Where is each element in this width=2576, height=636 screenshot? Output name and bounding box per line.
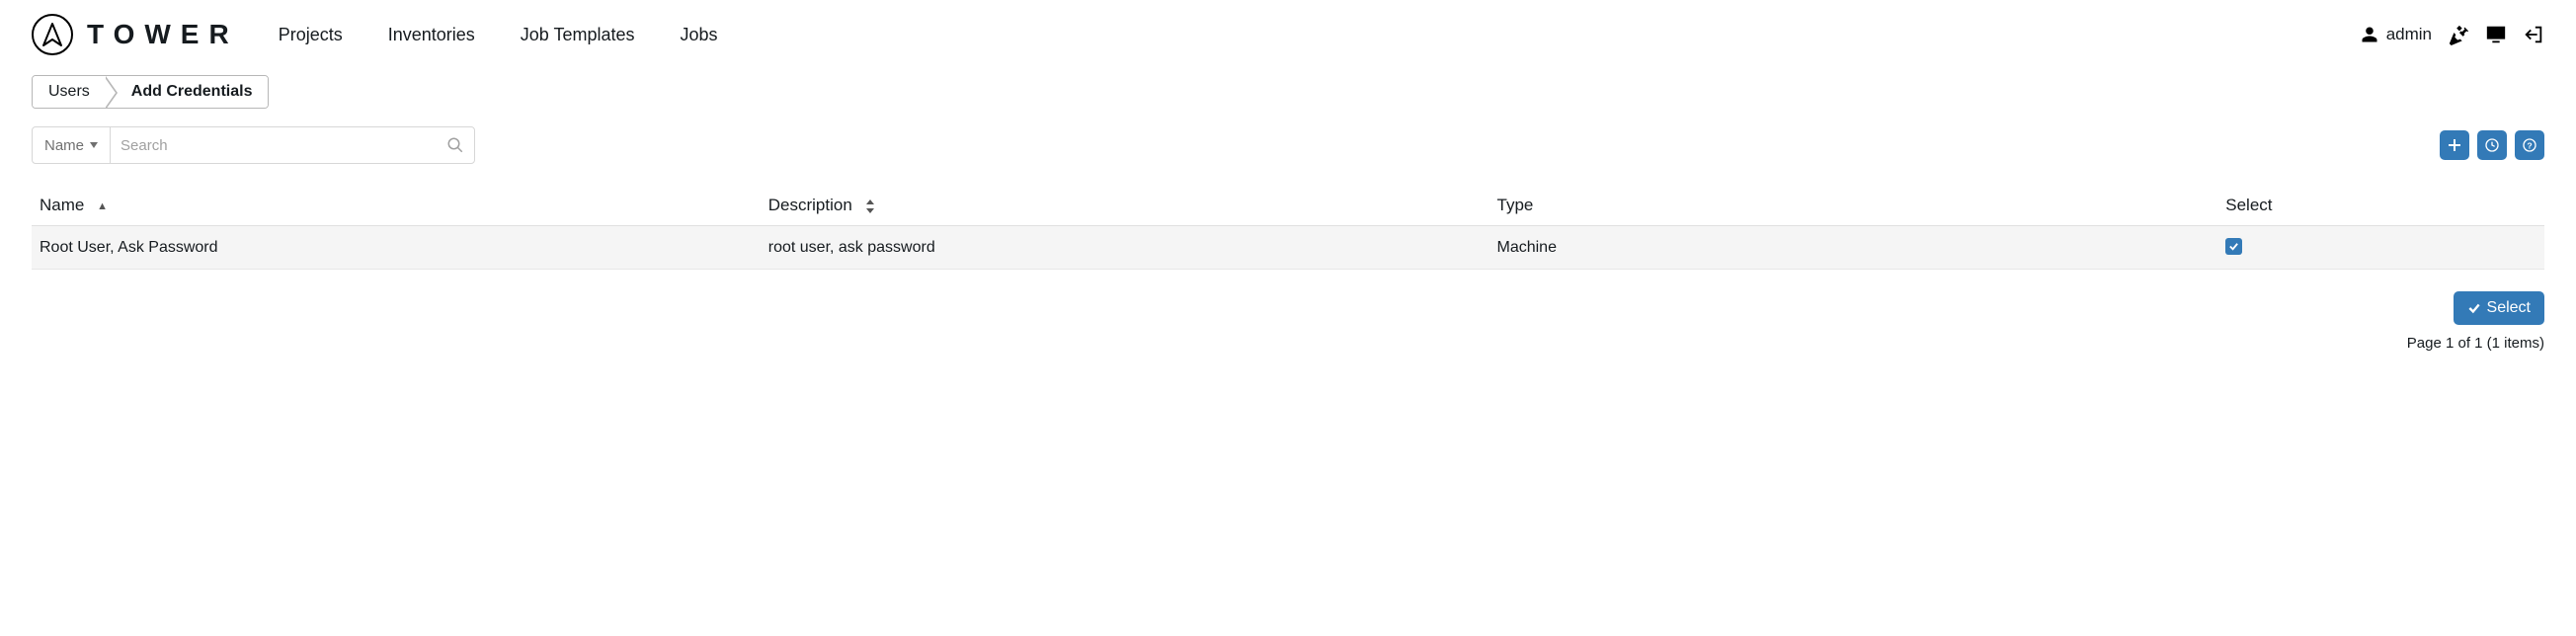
column-header-name[interactable]: Name ▲ xyxy=(32,186,761,226)
pagination-info: Page 1 of 1 (1 items) xyxy=(2407,335,2544,352)
footer: Select Page 1 of 1 (1 items) xyxy=(32,291,2544,352)
brand-logo-icon xyxy=(32,14,73,55)
clock-icon xyxy=(2484,137,2500,153)
brand-name: TOWER xyxy=(87,19,239,50)
cell-select xyxy=(2217,226,2544,270)
breadcrumb-row: Users Add Credentials xyxy=(32,75,2544,109)
search-input-wrap xyxy=(111,127,474,163)
activity-button[interactable] xyxy=(2477,130,2507,160)
nav-job-templates[interactable]: Job Templates xyxy=(521,25,635,45)
monitor-icon[interactable] xyxy=(2485,24,2507,45)
search-icon[interactable] xyxy=(446,136,464,154)
nav-projects[interactable]: Projects xyxy=(279,25,343,45)
search-filter-dropdown[interactable]: Name xyxy=(33,127,111,163)
content-area: Users Add Credentials Name xyxy=(0,75,2576,371)
column-header-select: Select xyxy=(2217,186,2544,226)
select-button-label: Select xyxy=(2487,299,2531,317)
settings-icon[interactable] xyxy=(2448,24,2469,45)
check-icon xyxy=(2467,301,2481,315)
select-checkbox[interactable] xyxy=(2225,238,2242,255)
column-header-name-label: Name xyxy=(40,196,84,214)
logout-icon[interactable] xyxy=(2523,24,2544,45)
question-icon: ? xyxy=(2522,137,2537,153)
column-header-select-label: Select xyxy=(2225,196,2272,214)
cell-type: Machine xyxy=(1489,226,2218,270)
user-icon xyxy=(2361,26,2378,43)
search-input[interactable] xyxy=(121,137,446,154)
cell-description: root user, ask password xyxy=(761,226,1489,270)
select-button[interactable]: Select xyxy=(2454,291,2544,325)
column-header-description-label: Description xyxy=(768,196,852,214)
brand[interactable]: TOWER xyxy=(32,14,239,55)
user-name-label: admin xyxy=(2386,25,2432,44)
breadcrumb-users-label: Users xyxy=(48,83,90,101)
help-button[interactable]: ? xyxy=(2515,130,2544,160)
toolbar-right: ? xyxy=(2440,130,2544,160)
current-user[interactable]: admin xyxy=(2361,25,2432,44)
column-header-type: Type xyxy=(1489,186,2218,226)
sort-both-icon xyxy=(865,199,875,213)
search-group: Name xyxy=(32,126,475,164)
check-icon xyxy=(2228,241,2239,252)
breadcrumb-add-credentials-label: Add Credentials xyxy=(131,83,253,101)
sort-asc-icon: ▲ xyxy=(97,200,108,212)
topbar-right: admin xyxy=(2361,24,2544,45)
caret-down-icon xyxy=(90,142,98,148)
toolbar: Name ? xyxy=(32,126,2544,164)
column-header-description[interactable]: Description xyxy=(761,186,1489,226)
top-bar: TOWER Projects Inventories Job Templates… xyxy=(0,0,2576,69)
cell-name: Root User, Ask Password xyxy=(32,226,761,270)
column-header-type-label: Type xyxy=(1497,196,1534,214)
main-nav: Projects Inventories Job Templates Jobs xyxy=(279,25,718,45)
breadcrumb-users[interactable]: Users xyxy=(33,76,106,108)
nav-jobs[interactable]: Jobs xyxy=(681,25,718,45)
svg-text:?: ? xyxy=(2527,140,2532,150)
table-row[interactable]: Root User, Ask Password root user, ask p… xyxy=(32,226,2544,270)
breadcrumb: Users Add Credentials xyxy=(32,75,269,109)
search-filter-label: Name xyxy=(44,137,84,154)
add-button[interactable] xyxy=(2440,130,2469,160)
credentials-table: Name ▲ Description Type Select xyxy=(32,186,2544,270)
plus-icon xyxy=(2447,137,2462,153)
nav-inventories[interactable]: Inventories xyxy=(388,25,475,45)
breadcrumb-add-credentials[interactable]: Add Credentials xyxy=(106,76,269,108)
